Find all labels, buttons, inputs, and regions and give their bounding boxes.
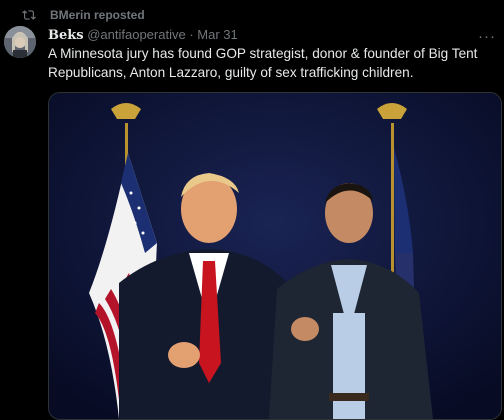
separator: · — [189, 27, 194, 42]
tweet-text: A Minnesota jury has found GOP strategis… — [48, 46, 478, 80]
handle[interactable]: @antifaoperative — [87, 27, 185, 42]
tweet-header: Beks @antifaoperative · Mar 31 — [48, 27, 238, 43]
display-name[interactable]: Beks — [48, 28, 84, 43]
avatar-image — [4, 26, 36, 58]
repost-indicator[interactable]: BMerin reposted — [22, 6, 145, 24]
repost-icon — [22, 10, 36, 20]
photo — [49, 93, 501, 419]
tweet-media[interactable] — [48, 92, 502, 420]
more-icon[interactable]: ··· — [478, 28, 496, 45]
timestamp[interactable]: Mar 31 — [197, 27, 237, 42]
avatar[interactable] — [4, 26, 36, 58]
repost-label[interactable]: BMerin reposted — [50, 8, 145, 22]
